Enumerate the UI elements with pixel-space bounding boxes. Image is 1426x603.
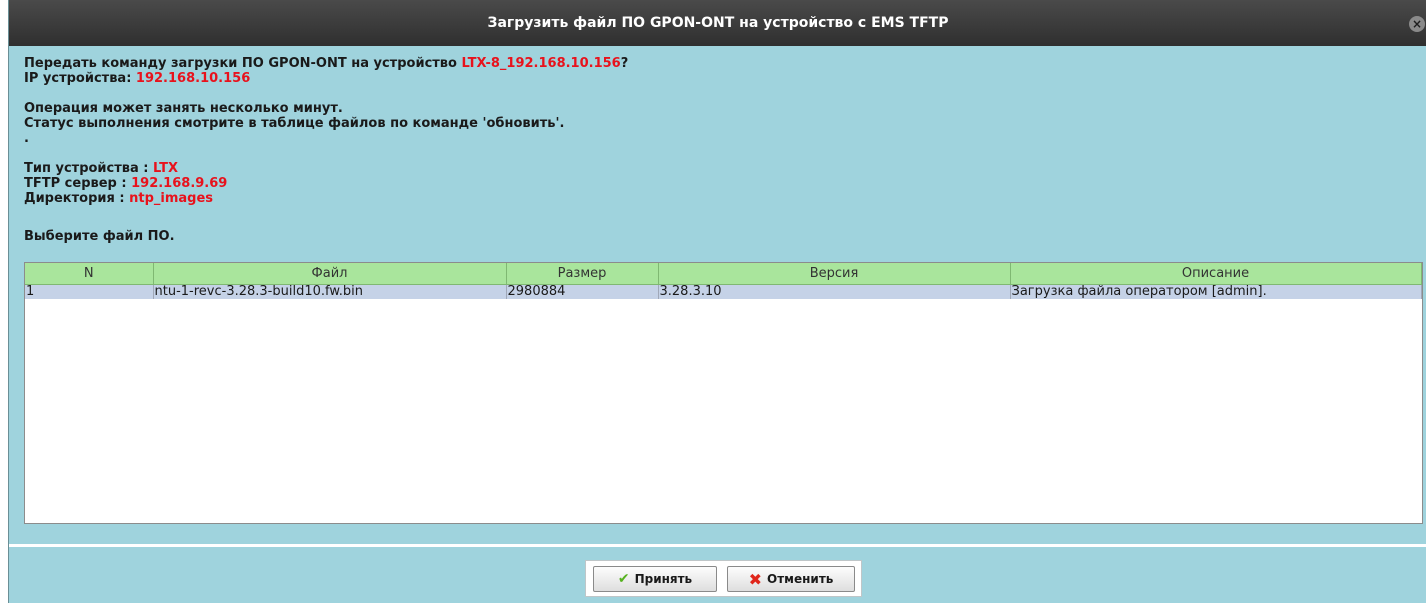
dialog-title: Загрузить файл ПО GPON-ONT на устройство… bbox=[487, 15, 949, 31]
prompt-suffix: ? bbox=[620, 56, 629, 71]
files-table-frame[interactable]: N Файл Размер Версия Описание 1 ntu-1-re… bbox=[24, 262, 1423, 524]
ip-value: 192.168.10.156 bbox=[135, 71, 251, 86]
cross-icon: ✖ bbox=[748, 569, 763, 589]
prompt-line: Передать команду загрузки ПО GPON-ONT на… bbox=[24, 56, 628, 71]
device-type-label: Тип устройства : bbox=[24, 161, 154, 176]
table-header-row: N Файл Размер Версия Описание bbox=[25, 263, 1422, 285]
checkmark-icon: ✔ bbox=[617, 571, 630, 587]
cell-file: ntu-1-revc-3.28.3-build10.fw.bin bbox=[153, 284, 507, 299]
column-header-n[interactable]: N bbox=[25, 263, 154, 285]
tftp-label: TFTP сервер : bbox=[24, 176, 132, 191]
prompt-text: Передать команду загрузки ПО GPON-ONT на… bbox=[24, 56, 462, 71]
table-row[interactable]: 1 ntu-1-revc-3.28.3-build10.fw.bin 29808… bbox=[25, 284, 1422, 299]
select-file-prompt: Выберите файл ПО. bbox=[24, 229, 175, 244]
cell-n: 1 bbox=[25, 284, 154, 299]
cancel-label: Отменить bbox=[767, 572, 834, 586]
title-bar: Загрузить файл ПО GPON-ONT на устройство… bbox=[9, 0, 1426, 46]
ip-label: IP устройства: bbox=[24, 71, 136, 86]
dot-line: . bbox=[24, 131, 29, 146]
cell-version: 3.28.3.10 bbox=[658, 284, 1011, 299]
column-header-file[interactable]: Файл bbox=[153, 263, 507, 285]
operation-note: Операция может занять несколько минут. bbox=[24, 101, 343, 116]
device-name: LTX-8_192.168.10.156 bbox=[461, 56, 621, 71]
directory-label: Директория : bbox=[24, 191, 130, 206]
dialog-window: Загрузить файл ПО GPON-ONT на устройство… bbox=[8, 0, 1426, 603]
directory-line: Директория : ntp_images bbox=[24, 191, 628, 206]
ip-line: IP устройства: 192.168.10.156 bbox=[24, 71, 628, 86]
status-note: Статус выполнения смотрите в таблице фай… bbox=[24, 116, 565, 131]
files-table: N Файл Размер Версия Описание 1 ntu-1-re… bbox=[25, 263, 1422, 299]
accept-button[interactable]: ✔ Принять bbox=[593, 566, 717, 592]
button-bar: ✔ Принять ✖ Отменить bbox=[9, 547, 1426, 603]
cell-description: Загрузка файла оператором [admin]. bbox=[1010, 284, 1422, 299]
close-icon[interactable]: × bbox=[1409, 16, 1425, 32]
column-header-description[interactable]: Описание bbox=[1010, 263, 1422, 285]
accept-label: Принять bbox=[634, 572, 693, 586]
directory-value: ntp_images bbox=[129, 191, 214, 206]
info-panel: Передать команду загрузки ПО GPON-ONT на… bbox=[24, 56, 628, 244]
cancel-button[interactable]: ✖ Отменить bbox=[727, 566, 855, 592]
cell-size: 2980884 bbox=[506, 284, 659, 299]
tftp-value: 192.168.9.69 bbox=[131, 176, 228, 191]
column-header-version[interactable]: Версия bbox=[658, 263, 1011, 285]
button-group: ✔ Принять ✖ Отменить bbox=[585, 560, 862, 597]
column-header-size[interactable]: Размер bbox=[506, 263, 659, 285]
tftp-line: TFTP сервер : 192.168.9.69 bbox=[24, 176, 628, 191]
device-type-line: Тип устройства : LTX bbox=[24, 161, 628, 176]
device-type-value: LTX bbox=[153, 161, 179, 176]
